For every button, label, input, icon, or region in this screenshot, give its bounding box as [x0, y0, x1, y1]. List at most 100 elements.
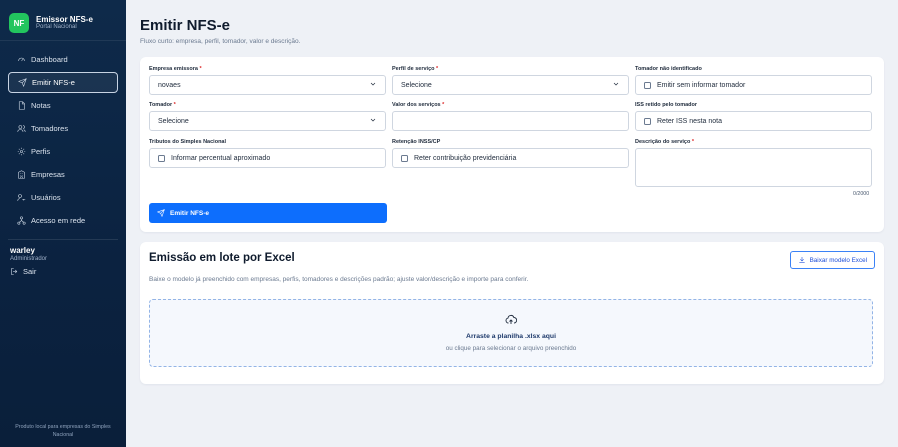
dropzone-subtitle: ou clique para selecionar o arquivo pree… — [445, 345, 577, 352]
brand-subtitle: Portal Nacional — [36, 24, 77, 31]
brand: NF Emissor NFS-e Portal Nacional — [0, 0, 126, 36]
send-icon — [17, 78, 27, 88]
required-mark: * — [173, 102, 176, 108]
sidebar-footnote: Produto local para empresas do Simples N… — [15, 424, 111, 438]
emitir-button-label: Emitir NFS-e — [170, 209, 210, 217]
brand-logo: NF — [9, 13, 29, 33]
gauge-icon — [16, 55, 26, 65]
field-empresa: Empresa emissora * novaes — [149, 66, 386, 95]
lote-card: Emissão em lote por Excel Baixar modelo … — [140, 242, 884, 384]
empresa-value: novaes — [158, 81, 181, 89]
sidebar-item-label: Empresas — [31, 170, 65, 179]
sidebar-item-perfis[interactable]: Perfis — [8, 141, 118, 162]
checkbox-box[interactable] — [158, 154, 165, 162]
sidebar-item-label: Notas — [31, 101, 51, 110]
sidebar-item-label: Tomadores — [31, 124, 69, 133]
page-title: Emitir NFS-e — [140, 17, 231, 34]
sidebar-item-usuarios[interactable]: Usuários — [8, 187, 118, 208]
sidebar-item-label: Dashboard — [31, 55, 68, 64]
checkbox-box[interactable] — [401, 154, 408, 162]
descricao-label: Descrição do serviço — [635, 139, 691, 145]
tomador-select[interactable]: Selecione — [149, 111, 386, 131]
divider — [0, 40, 126, 41]
main-content: Emitir NFS-e Fluxo curto: empresa, perfi… — [126, 0, 898, 447]
emit-form-card: Empresa emissora * novaes Perfil de serv… — [140, 57, 884, 232]
users-icon — [16, 124, 26, 134]
file-icon — [16, 101, 26, 111]
checkbox-box[interactable] — [644, 81, 651, 89]
sidebar-item-label: Acesso em rede — [31, 216, 86, 225]
perfil-value: Selecione — [401, 81, 432, 89]
valor-label: Valor dos serviços — [392, 102, 441, 108]
lote-title: Emissão em lote por Excel — [149, 252, 295, 264]
page-subtitle: Fluxo curto: empresa, perfil, tomador, v… — [140, 38, 301, 45]
download-icon — [798, 257, 805, 263]
field-tributos: Tributos do Simples Nacional Informar pe… — [149, 139, 386, 168]
field-perfil: Perfil de serviço * Selecione — [392, 66, 629, 95]
building-icon — [16, 170, 26, 180]
emitir-button[interactable]: Emitir NFS-e — [149, 203, 387, 223]
empresa-select[interactable]: novaes — [149, 75, 386, 95]
chevron-down-icon — [369, 116, 377, 126]
tomador-nao-label: Tomador não identificado — [635, 66, 702, 72]
informar-percentual-checkbox[interactable]: Informar percentual aproximado — [149, 148, 386, 168]
empresa-label: Empresa emissora — [149, 66, 198, 72]
sidebar: NF Emissor NFS-e Portal Nacional Dashboa… — [0, 0, 126, 447]
emitir-sem-tomador-checkbox[interactable]: Emitir sem informar tomador — [635, 75, 872, 95]
required-mark: * — [691, 139, 695, 145]
perfil-label: Perfil de serviço — [392, 66, 435, 72]
user-key-icon — [16, 193, 26, 203]
sidebar-item-notas[interactable]: Notas — [8, 95, 118, 116]
sidebar-item-label: Usuários — [31, 193, 61, 202]
checkbox-label: Reter contribuição previdenciária — [414, 154, 517, 162]
required-mark: * — [436, 66, 439, 72]
chevron-down-icon — [369, 80, 377, 90]
user-name: warley — [10, 246, 35, 255]
lote-description: Baixe o modelo já preenchido com empresa… — [149, 276, 529, 283]
excel-dropzone[interactable]: Arraste a planilha .xlsx aqui ou clique … — [149, 299, 873, 367]
required-mark: * — [442, 102, 445, 108]
brand-title: Emissor NFS-e — [36, 14, 93, 24]
sidebar-item-acesso-rede[interactable]: Acesso em rede — [8, 210, 118, 231]
field-tomador: Tomador * Selecione — [149, 102, 386, 131]
network-icon — [16, 216, 26, 226]
field-tomador-nao-identificado: Tomador não identificado Emitir sem info… — [635, 66, 872, 95]
reter-iss-checkbox[interactable]: Reter ISS nesta nota — [635, 111, 872, 131]
checkbox-label: Emitir sem informar tomador — [657, 81, 746, 89]
download-model-button[interactable]: Baixar modelo Excel — [789, 251, 875, 269]
checkbox-box[interactable] — [644, 117, 651, 125]
sidebar-item-emitir[interactable]: Emitir NFS-e — [8, 72, 118, 93]
user-panel: warley Administrador Sair — [0, 240, 126, 276]
tributos-label: Tributos do Simples Nacional — [149, 139, 227, 145]
dropzone-title: Arraste a planilha .xlsx aqui — [466, 333, 556, 340]
checkbox-label: Reter ISS nesta nota — [657, 117, 722, 125]
field-valor: Valor dos serviços * — [392, 102, 629, 131]
send-icon — [157, 209, 165, 217]
sidebar-item-label: Perfis — [31, 147, 51, 156]
sidebar-item-tomadores[interactable]: Tomadores — [8, 118, 118, 139]
field-retencao: Retenção INSS/CP Reter contribuição prev… — [392, 139, 629, 168]
descricao-textarea[interactable] — [635, 148, 872, 187]
field-descricao: Descrição do serviço * — [635, 139, 872, 187]
chevron-down-icon — [612, 80, 620, 90]
descricao-counter: 0/2000 — [853, 191, 870, 197]
required-mark: * — [199, 66, 202, 72]
iss-label: ISS retido pelo tomador — [635, 102, 698, 108]
reter-contribuicao-checkbox[interactable]: Reter contribuição previdenciária — [392, 148, 629, 168]
field-iss: ISS retido pelo tomador Reter ISS nesta … — [635, 102, 872, 131]
cloud-upload-icon — [150, 313, 872, 331]
logout-icon — [11, 268, 18, 275]
checkbox-label: Informar percentual aproximado — [171, 154, 271, 162]
logout-button[interactable]: Sair — [10, 267, 116, 276]
tomador-label: Tomador — [149, 102, 173, 108]
sidebar-item-empresas[interactable]: Empresas — [8, 164, 118, 185]
perfil-select[interactable]: Selecione — [392, 75, 629, 95]
download-model-label: Baixar modelo Excel — [809, 256, 867, 264]
sidebar-nav: Dashboard Emitir NFS-e Notas Tomadores P… — [0, 49, 126, 231]
sidebar-item-label: Emitir NFS-e — [32, 78, 75, 87]
retencao-label: Retenção INSS/CP — [392, 139, 441, 145]
sidebar-item-dashboard[interactable]: Dashboard — [8, 49, 118, 70]
user-role: Administrador — [10, 256, 48, 262]
tomador-value: Selecione — [158, 117, 189, 125]
valor-input[interactable] — [392, 111, 629, 131]
